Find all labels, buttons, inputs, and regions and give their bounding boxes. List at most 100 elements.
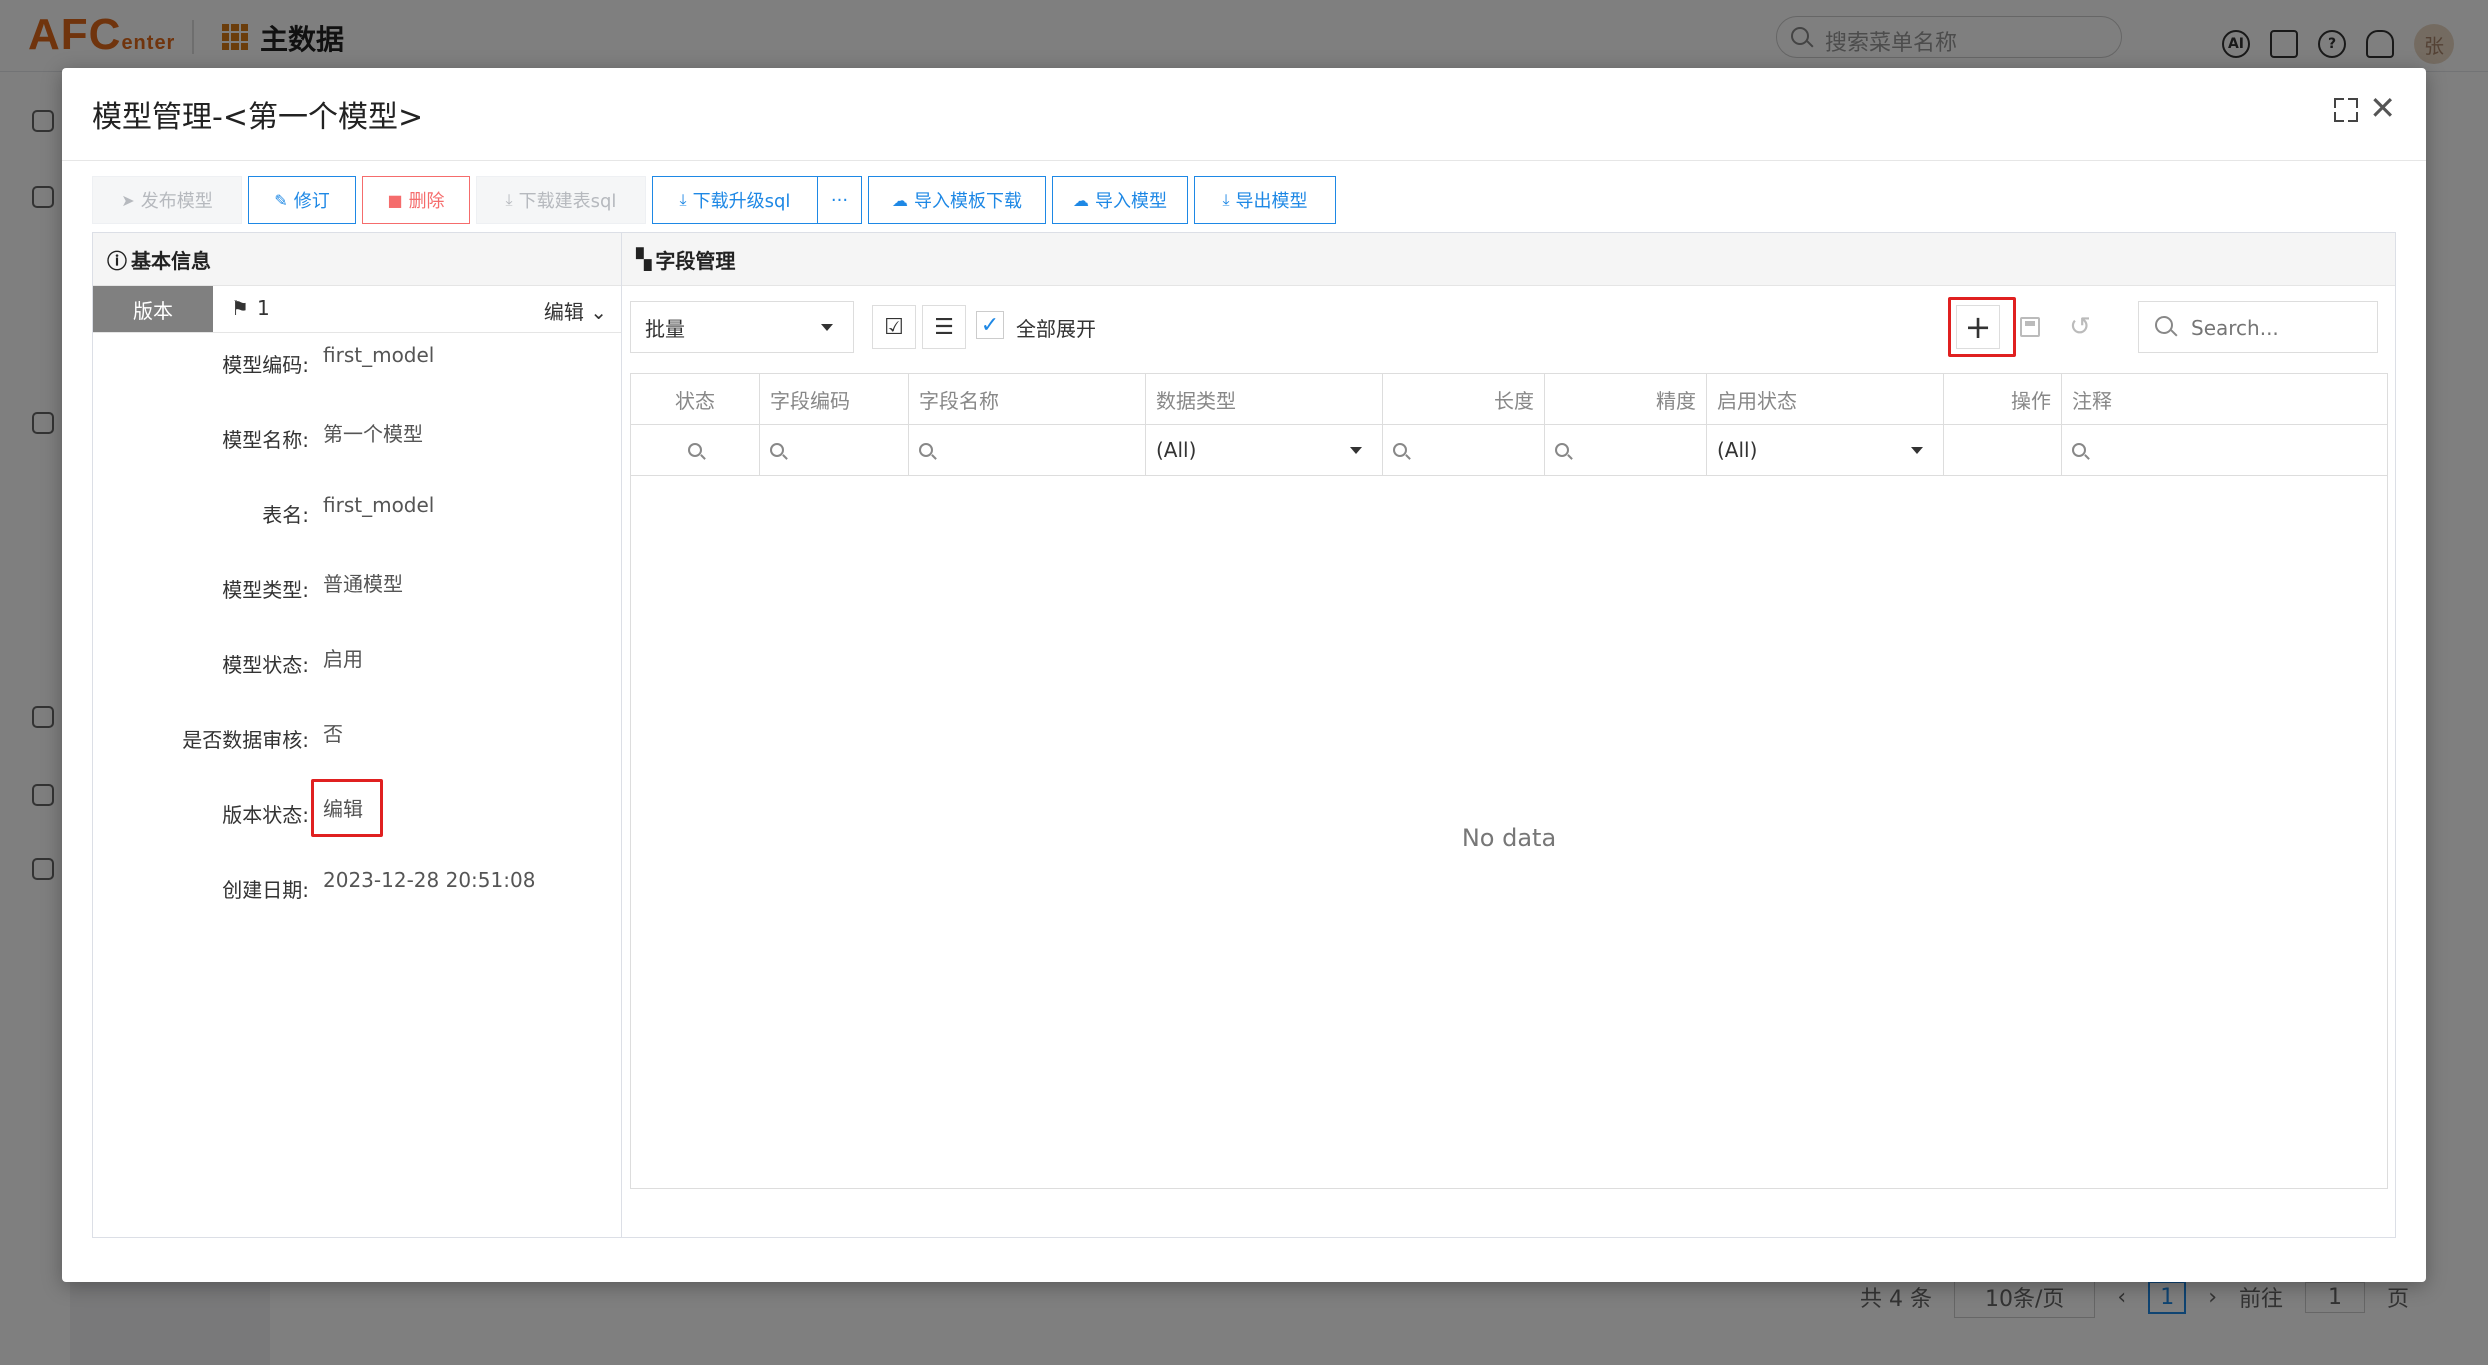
caret-down-icon	[1911, 447, 1923, 454]
download-icon: ⤓	[1222, 190, 1230, 209]
field-label: 模型状态:	[222, 653, 309, 677]
field-management-panel: ▚ 字段管理 批量 ☑ ☰ ✓ 全部展开 + ↺ Search... 状态 字段…	[622, 232, 2396, 1238]
column-chooser-button[interactable]: ☑	[872, 305, 916, 349]
filter-field-name[interactable]	[909, 425, 1146, 475]
search-icon	[688, 443, 702, 457]
cloud-icon: ☁	[1073, 190, 1089, 210]
filter-data-type-value: (All)	[1156, 438, 1197, 462]
import-template-download-button[interactable]: ☁ 导入模板下载	[868, 176, 1046, 224]
filter-field-code[interactable]	[760, 425, 909, 475]
field-value: first_model	[323, 493, 435, 517]
more-options-button[interactable]: ···	[818, 176, 862, 224]
more-icon: ···	[830, 189, 849, 211]
model-management-dialog: 模型管理-<第一个模型> ✕ ➤ 发布模型 ✎ 修订 ■ 删除 ⤓ 下载建表sq…	[62, 68, 2426, 1282]
version-number-value: 1	[256, 296, 270, 320]
filter-data-type-select[interactable]: (All)	[1146, 425, 1383, 475]
filter-length[interactable]	[1383, 425, 1545, 475]
field-label: 表名:	[262, 503, 309, 527]
field-management-title: 字段管理	[655, 248, 736, 273]
info-row-model-code: 模型编码: first_model	[93, 333, 621, 408]
filter-remark[interactable]	[2062, 425, 2387, 475]
checklist-icon: ☑	[884, 314, 904, 340]
trash-icon: ■	[387, 190, 403, 210]
column-header-remark[interactable]: 注释	[2062, 374, 2387, 424]
delete-label: 删除	[408, 191, 445, 212]
field-label: 模型名称:	[222, 428, 309, 452]
column-header-data-type[interactable]: 数据类型	[1146, 374, 1383, 424]
dialog-title: 模型管理-<第一个模型>	[92, 100, 424, 135]
caret-down-icon	[1350, 447, 1362, 454]
maximize-icon[interactable]	[2334, 98, 2358, 122]
filter-enabled-status-select[interactable]: (All)	[1707, 425, 1944, 475]
field-value: 启用	[323, 647, 363, 671]
delete-button[interactable]: ■ 删除	[362, 176, 470, 224]
close-icon[interactable]: ✕	[2369, 92, 2396, 124]
hamburger-icon: ☰	[934, 314, 954, 340]
field-label: 模型类型:	[222, 578, 309, 602]
download-upgrade-sql-button[interactable]: ⤓ 下载升级sql	[652, 176, 818, 224]
chevron-down-icon: ⌄	[590, 300, 607, 324]
basic-info-title: 基本信息	[131, 248, 211, 273]
download-create-sql-button[interactable]: ⤓ 下载建表sql	[476, 176, 646, 224]
save-button[interactable]	[2008, 305, 2052, 349]
import-template-download-label: 导入模板下载	[914, 191, 1022, 212]
column-header-enabled-status[interactable]: 启用状态	[1707, 374, 1944, 424]
undo-icon: ↺	[2069, 312, 2091, 342]
field-label: 创建日期:	[222, 878, 309, 902]
download-upgrade-sql-label: 下载升级sql	[692, 191, 791, 212]
field-value: 2023-12-28 20:51:08	[323, 868, 536, 892]
filter-precision[interactable]	[1545, 425, 1707, 475]
import-model-button[interactable]: ☁ 导入模型	[1052, 176, 1188, 224]
info-row-created-date: 创建日期: 2023-12-28 20:51:08	[93, 858, 621, 933]
info-row-version-status: 版本状态: 编辑	[93, 779, 621, 858]
search-icon	[2072, 443, 2086, 457]
grid-header-row: 状态 字段编码 字段名称 数据类型 长度 精度 启用状态 操作 注释	[631, 374, 2387, 425]
dialog-header: 模型管理-<第一个模型> ✕	[62, 68, 2426, 161]
field-management-header: ▚ 字段管理	[622, 233, 2395, 286]
download-icon: ⤓	[505, 190, 513, 209]
column-header-precision[interactable]: 精度	[1545, 374, 1707, 424]
version-row: 版本 ⚑ 1 编辑 ⌄	[93, 286, 621, 333]
filter-status[interactable]	[631, 425, 760, 475]
publish-model-label: 发布模型	[140, 191, 213, 212]
version-number: ⚑ 1	[231, 296, 270, 320]
menu-button[interactable]: ☰	[922, 305, 966, 349]
highlight-box	[311, 779, 383, 837]
field-label: 模型编码:	[222, 353, 309, 377]
grid-search-input[interactable]	[2189, 312, 2373, 344]
grid-filter-row: (All) (All)	[631, 425, 2387, 476]
column-header-field-name[interactable]: 字段名称	[909, 374, 1146, 424]
edit-icon: ✎	[274, 190, 288, 210]
column-header-actions[interactable]: 操作	[1944, 374, 2062, 424]
empty-state-text: No data	[1461, 824, 1557, 852]
expand-all-checkbox[interactable]: ✓	[976, 311, 1004, 339]
flag-icon: ⚑	[231, 296, 249, 320]
download-icon: ⤓	[679, 190, 687, 209]
send-icon: ➤	[121, 190, 135, 210]
batch-select[interactable]: 批量	[630, 301, 854, 353]
field-value: 否	[323, 722, 343, 746]
export-model-button[interactable]: ⤓ 导出模型	[1194, 176, 1336, 224]
info-row-data-audit: 是否数据审核: 否	[93, 708, 621, 783]
column-header-field-code[interactable]: 字段编码	[760, 374, 909, 424]
version-tab[interactable]: 版本	[93, 286, 213, 332]
basic-info-panel: ⓘ 基本信息 版本 ⚑ 1 编辑 ⌄ 模型编码: first_model 模型名…	[92, 232, 622, 1238]
revise-label: 修订	[293, 191, 330, 212]
publish-model-button[interactable]: ➤ 发布模型	[92, 176, 242, 224]
info-row-model-name: 模型名称: 第一个模型	[93, 408, 621, 483]
caret-down-icon	[821, 324, 833, 331]
grid-toolbar: 批量 ☑ ☰ ✓ 全部展开 + ↺	[630, 297, 2388, 357]
info-row-model-type: 模型类型: 普通模型	[93, 558, 621, 633]
cloud-icon: ☁	[892, 190, 908, 210]
column-header-length[interactable]: 长度	[1383, 374, 1545, 424]
field-list-icon: ▚	[636, 247, 652, 271]
revise-button[interactable]: ✎ 修订	[248, 176, 356, 224]
search-icon	[2155, 316, 2173, 334]
column-header-status[interactable]: 状态	[631, 374, 760, 424]
download-upgrade-group: ⤓ 下载升级sql ···	[652, 176, 862, 224]
version-edit-label: 编辑	[543, 300, 584, 324]
download-create-sql-label: 下载建表sql	[518, 191, 617, 212]
undo-button[interactable]: ↺	[2058, 305, 2102, 349]
highlight-box	[1948, 297, 2016, 357]
version-edit-dropdown[interactable]: 编辑 ⌄	[544, 296, 607, 325]
